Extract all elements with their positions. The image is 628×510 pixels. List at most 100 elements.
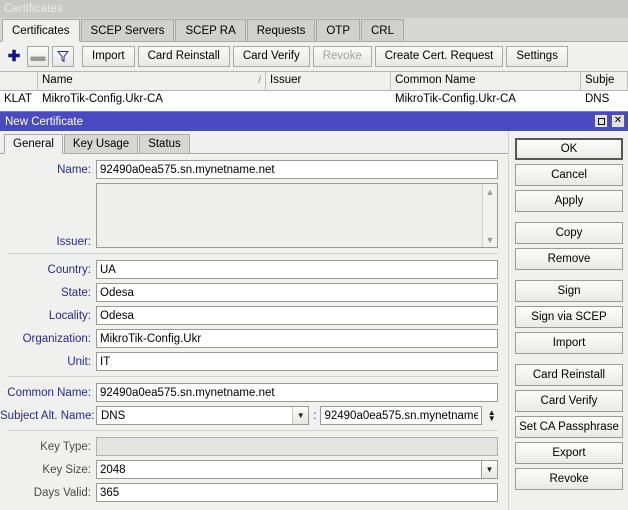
key-size-input[interactable] <box>96 460 482 479</box>
import-button[interactable]: Import <box>82 46 135 67</box>
name-row: Name: <box>0 160 498 179</box>
dialog-body: General Key Usage Status Name: Issuer: ▲… <box>0 131 628 510</box>
remove-button[interactable]: ▬ <box>27 46 49 67</box>
table-row[interactable]: KLAT MikroTik-Config.Ukr-CA MikroTik-Con… <box>0 91 628 108</box>
unit-label: Unit: <box>67 355 91 368</box>
state-row: State: <box>0 283 498 302</box>
column-header-flags[interactable] <box>0 72 38 90</box>
close-icon[interactable]: ✕ <box>611 114 625 128</box>
scroll-up-icon[interactable]: ▲ <box>483 184 498 199</box>
subject-alt-name-stepper[interactable]: ▲ ▼ <box>485 408 498 423</box>
dialog-form-pane: General Key Usage Status Name: Issuer: ▲… <box>0 131 508 510</box>
revoke-button-dialog[interactable]: Revoke <box>515 468 623 490</box>
state-label: State: <box>60 286 91 299</box>
key-type-input <box>96 437 498 456</box>
filter-funnel-icon <box>57 51 69 63</box>
dialog-title: New Certificate <box>5 115 83 128</box>
organization-input[interactable] <box>96 329 498 348</box>
general-form: Name: Issuer: ▲ ▼ Country: <box>0 154 508 502</box>
issuer-row: Issuer: ▲ ▼ <box>0 183 498 248</box>
column-header-common-name[interactable]: Common Name <box>391 72 581 90</box>
organization-row: Organization: <box>0 329 498 348</box>
country-input[interactable] <box>96 260 498 279</box>
dialog-titlebar[interactable]: New Certificate ✕ <box>0 112 628 131</box>
unit-input[interactable] <box>96 352 498 371</box>
scroll-down-icon[interactable]: ▼ <box>483 232 498 247</box>
days-valid-input[interactable] <box>96 483 498 502</box>
card-reinstall-button-dialog[interactable]: Card Reinstall <box>515 364 623 386</box>
ok-button[interactable]: OK <box>515 138 623 160</box>
chevron-down-icon[interactable]: ▼ <box>292 407 309 424</box>
certificates-table: Name / Issuer Common Name Subje KLAT Mik… <box>0 71 628 112</box>
tab-crl[interactable]: CRL <box>360 19 404 41</box>
dialog-window-controls: ✕ <box>594 114 625 128</box>
maximize-icon[interactable] <box>594 114 608 128</box>
import-button-dialog[interactable]: Import <box>515 332 623 354</box>
settings-button[interactable]: Settings <box>506 46 568 67</box>
card-verify-button[interactable]: Card Verify <box>232 46 310 67</box>
table-header-row: Name / Issuer Common Name Subje <box>0 72 628 91</box>
form-divider-2 <box>8 376 498 377</box>
tab-certificates[interactable]: Certificates <box>2 19 80 42</box>
locality-label: Locality: <box>48 309 91 322</box>
form-divider-3 <box>8 430 498 431</box>
create-cert-request-button[interactable]: Create Cert. Request <box>374 46 504 67</box>
column-header-subject[interactable]: Subje <box>581 72 628 90</box>
subject-alt-name-separator: : <box>313 409 317 422</box>
key-size-label: Key Size: <box>42 463 91 476</box>
card-verify-button-dialog[interactable]: Card Verify <box>515 390 623 412</box>
certificates-tab-strip: Certificates SCEP Servers SCEP RA Reques… <box>0 18 628 42</box>
cell-subject: DNS <box>585 93 610 105</box>
country-label: Country: <box>47 263 91 276</box>
tab-status[interactable]: Status <box>139 134 190 153</box>
outer-window-title: Certificates <box>4 3 63 15</box>
add-button[interactable]: ✚ <box>4 46 24 67</box>
issuer-scrollbar[interactable]: ▲ ▼ <box>482 184 497 247</box>
subject-alt-name-type-select[interactable]: DNS ▼ <box>96 406 310 425</box>
column-header-name-label: Name <box>42 74 73 86</box>
days-valid-label: Days Valid: <box>33 486 91 499</box>
issuer-textarea[interactable]: ▲ ▼ <box>96 183 498 248</box>
tab-key-usage[interactable]: Key Usage <box>63 134 139 153</box>
cancel-button[interactable]: Cancel <box>515 164 623 186</box>
filter-button[interactable] <box>52 46 74 67</box>
state-input[interactable] <box>96 283 498 302</box>
set-ca-passphrase-button[interactable]: Set CA Passphrase <box>515 416 623 438</box>
common-name-input[interactable] <box>96 383 498 402</box>
locality-row: Locality: <box>0 306 498 325</box>
outer-window-titlebar: Certificates <box>0 0 628 18</box>
cell-flags: KLAT <box>4 93 32 105</box>
subject-alt-name-type-value: DNS <box>101 409 126 422</box>
sign-via-scep-button[interactable]: Sign via SCEP <box>515 306 623 328</box>
name-input[interactable] <box>96 160 498 179</box>
locality-input[interactable] <box>96 306 498 325</box>
organization-label: Organization: <box>22 332 91 345</box>
common-name-row: Common Name: <box>0 383 498 402</box>
issuer-label: Issuer: <box>56 236 91 248</box>
cell-common-name: MikroTik-Config.Ukr-CA <box>395 93 516 105</box>
subject-alt-name-input[interactable] <box>320 406 483 425</box>
common-name-label: Common Name: <box>7 386 91 399</box>
export-button[interactable]: Export <box>515 442 623 464</box>
tab-general[interactable]: General <box>4 134 63 154</box>
new-certificate-dialog: New Certificate ✕ General Key Usage Stat… <box>0 111 628 510</box>
card-reinstall-button[interactable]: Card Reinstall <box>137 46 230 67</box>
column-header-issuer[interactable]: Issuer <box>266 72 391 90</box>
tab-otp[interactable]: OTP <box>316 19 360 41</box>
key-type-row: Key Type: <box>0 437 498 456</box>
copy-button[interactable]: Copy <box>515 222 623 244</box>
tab-scep-servers[interactable]: SCEP Servers <box>80 19 175 41</box>
subject-alt-name-label: Subject Alt. Name: <box>0 409 95 422</box>
key-size-chevron-down-icon[interactable]: ▼ <box>482 460 498 479</box>
plus-icon: ✚ <box>7 48 21 65</box>
remove-button[interactable]: Remove <box>515 248 623 270</box>
sort-ascending-icon: / <box>258 75 261 86</box>
apply-button[interactable]: Apply <box>515 190 623 212</box>
certificates-toolbar: ✚ ▬ Import Card Reinstall Card Verify Re… <box>0 42 628 71</box>
sign-button[interactable]: Sign <box>515 280 623 302</box>
tab-requests[interactable]: Requests <box>246 19 316 41</box>
form-divider-1 <box>8 253 498 254</box>
stepper-down-icon: ▼ <box>487 413 496 423</box>
tab-scep-ra[interactable]: SCEP RA <box>175 19 246 41</box>
column-header-name[interactable]: Name / <box>38 72 266 90</box>
